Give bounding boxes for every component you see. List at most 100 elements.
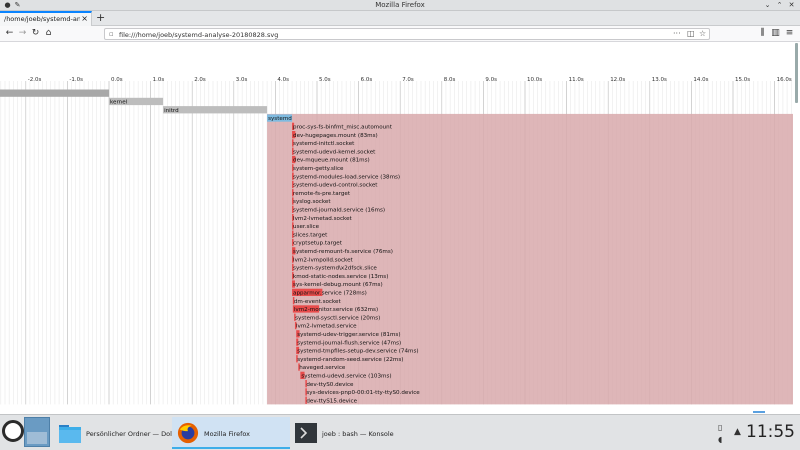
task-konsole[interactable]: joeb : bash — Konsole — [290, 417, 408, 449]
firefox-icon — [177, 422, 199, 444]
bar-label: lvm2-lvmetad.socket — [293, 216, 352, 222]
bar-label: systemd-tmpfiles-setup-dev.service (74ms… — [297, 349, 418, 355]
window-title: Mozilla Firefox — [375, 1, 425, 9]
library-icon[interactable]: ⫼ — [757, 28, 768, 39]
bar-label: systemd-udevd-kernel.socket — [293, 149, 376, 155]
bar-label: lvm2-lvmpolld.socket — [293, 257, 354, 263]
tab-strip: /home/joeb/systemd-analyse-20180828.svg … — [0, 11, 800, 26]
bar-label: kmod-static-nodes.service (13ms) — [293, 274, 388, 280]
bar-label: user.slice — [293, 224, 320, 230]
axis-tick-label: 0.0s — [111, 77, 123, 83]
task-dolphin[interactable]: Persönlicher Ordner — Dolphin — [54, 417, 186, 449]
sidebar-icon[interactable]: ▥ — [770, 28, 781, 39]
vertical-scrollbar[interactable] — [795, 43, 798, 103]
axis-tick-label: 10.0s — [527, 77, 542, 83]
systemd-boot-chart: -2.0s -1.0s 0.0s 1.0s 2.0s 3.0s 4.0s 5.0s 6.0s 7.… — [0, 77, 794, 405]
application-launcher-icon[interactable] — [2, 420, 24, 442]
bar-label: systemd — [268, 116, 292, 122]
bar-label: lvm2-lvmetad.service — [296, 324, 357, 330]
bar-label: dev-ttyS15.device — [306, 398, 357, 404]
bar-label: systemd-sysctl.service (20ms) — [295, 315, 380, 321]
bar-label: slices.target — [293, 232, 328, 238]
axis-tick-label: 6.0s — [361, 77, 373, 83]
axis-tick-label: 16.0s — [777, 77, 792, 83]
bar-label: system-getty.slice — [293, 166, 344, 172]
bar-label: haveged.service — [299, 365, 346, 371]
bar-label: systemd-initctl.socket — [293, 141, 355, 147]
volume-icon[interactable]: ◖ — [718, 435, 722, 444]
bar-label: sys-devices-pnp0-00:01-tty-ttyS0.device — [306, 390, 420, 396]
clock[interactable]: 11:55 — [746, 422, 795, 442]
close-window-icon[interactable]: ✕ — [787, 1, 796, 10]
axis-tick-label: -1.0s — [69, 77, 83, 83]
bar-label: systemd-modules-load.service (38ms) — [293, 174, 400, 180]
back-icon[interactable]: ← — [4, 28, 15, 39]
navigation-toolbar: ← → ↻ ⌂ ▫ file:///home/joeb/systemd-anal… — [0, 26, 800, 42]
axis-tick-label: 3.0s — [236, 77, 248, 83]
axis-tick-label: 1.0s — [153, 77, 165, 83]
bar-label: dev-ttyS0.device — [306, 382, 354, 388]
bar-label: proc-sys-fs-binfmt_misc.automount — [293, 125, 393, 131]
bar-label: systemd-udevd-control.socket — [293, 183, 378, 189]
axis-tick-label: 15.0s — [735, 77, 750, 83]
axis-tick-label: 4.0s — [277, 77, 289, 83]
page-actions-icon[interactable]: ··· — [673, 29, 681, 38]
bar-label: cryptsetup.target — [293, 241, 343, 247]
forward-icon[interactable]: → — [17, 28, 28, 39]
tray-expand-icon[interactable]: ▲ — [734, 427, 741, 437]
menu-icon[interactable]: ≡ — [784, 28, 795, 39]
bar-label: remote-fs-pre.target — [293, 191, 351, 197]
bar-label: systemd-random-seed.service (22ms) — [297, 357, 403, 363]
axis-tick-label: 13.0s — [652, 77, 667, 83]
axis-tick-label: 9.0s — [485, 77, 497, 83]
pocket-icon[interactable]: ◫ — [687, 29, 695, 38]
axis-tick-label: 11.0s — [569, 77, 584, 83]
taskbar: Persönlicher Ordner — Dolphin Mozilla Fi… — [0, 414, 800, 450]
bar-label: lvm2-monitor.service (632ms) — [294, 307, 378, 313]
task-label: Mozilla Firefox — [204, 430, 250, 438]
folder-icon — [59, 425, 81, 443]
task-firefox[interactable]: Mozilla Firefox — [172, 417, 290, 449]
close-tab-icon[interactable]: × — [81, 14, 88, 23]
bar-label: dev-hugepages.mount (83ms) — [293, 133, 378, 139]
bar-label: dm-event.socket — [294, 299, 342, 305]
axis-tick-label: 8.0s — [444, 77, 456, 83]
desktop-pager[interactable] — [24, 417, 50, 447]
bar-label: system-systemd\x2dfsck.slice — [293, 266, 377, 272]
bar-label: sys-kernel-debug.mount (67ms) — [293, 282, 383, 288]
home-icon[interactable]: ⌂ — [43, 28, 54, 39]
task-label: joeb : bash — Konsole — [322, 430, 394, 438]
horizontal-scrollbar[interactable] — [753, 411, 765, 413]
bar-label: systemd-journald.service (16ms) — [293, 208, 385, 214]
tab-active[interactable]: /home/joeb/systemd-analyse-20180828.svg … — [0, 11, 92, 26]
maximize-icon[interactable]: ⌃ — [775, 1, 784, 10]
bar-label: kernel — [110, 100, 128, 106]
minimize-icon[interactable]: ⌄ — [763, 1, 772, 10]
url-text[interactable]: file:///home/joeb/systemd-analyse-201808… — [119, 31, 278, 39]
bar-label: apparmor.service (728ms) — [293, 291, 367, 297]
bar-label: syslog.socket — [293, 199, 331, 205]
page-content[interactable]: -2.0s -1.0s 0.0s 1.0s 2.0s 3.0s 4.0s 5.0s 6.0s 7.… — [0, 43, 800, 410]
reload-icon[interactable]: ↻ — [30, 28, 41, 39]
bar-firmware — [0, 89, 109, 97]
tab-label: /home/joeb/systemd-analyse-20180828.svg — [4, 15, 80, 23]
page-info-icon[interactable]: ▫ — [109, 30, 114, 38]
bar-label: systemd-remount-fs.service (76ms) — [293, 249, 393, 255]
bar-label: systemd-udev-trigger.service (81ms) — [297, 332, 400, 338]
new-tab-button[interactable]: + — [96, 11, 105, 24]
bar-label: systemd-journal-flush.service (47ms) — [297, 340, 401, 346]
bar-label: systemd-udevd.service (103ms) — [301, 374, 391, 380]
axis-tick-label: 14.0s — [693, 77, 708, 83]
window-titlebar: ● ✎ Mozilla Firefox ⌄ ⌃ ✕ — [0, 0, 800, 11]
url-bar[interactable]: ▫ file:///home/joeb/systemd-analyse-2018… — [104, 28, 710, 40]
bar-label: initrd — [164, 108, 179, 114]
bar-label: dev-mqueue.mount (81ms) — [293, 158, 370, 164]
bookmark-star-icon[interactable]: ☆ — [699, 29, 706, 38]
axis-tick-label: 2.0s — [194, 77, 206, 83]
terminal-icon — [295, 423, 317, 443]
clipboard-icon[interactable]: ▯ — [718, 423, 722, 432]
axis-tick-label: 7.0s — [402, 77, 414, 83]
axis-tick-label: -2.0s — [28, 77, 42, 83]
axis-tick-label: 12.0s — [610, 77, 625, 83]
axis-tick-label: 5.0s — [319, 77, 331, 83]
